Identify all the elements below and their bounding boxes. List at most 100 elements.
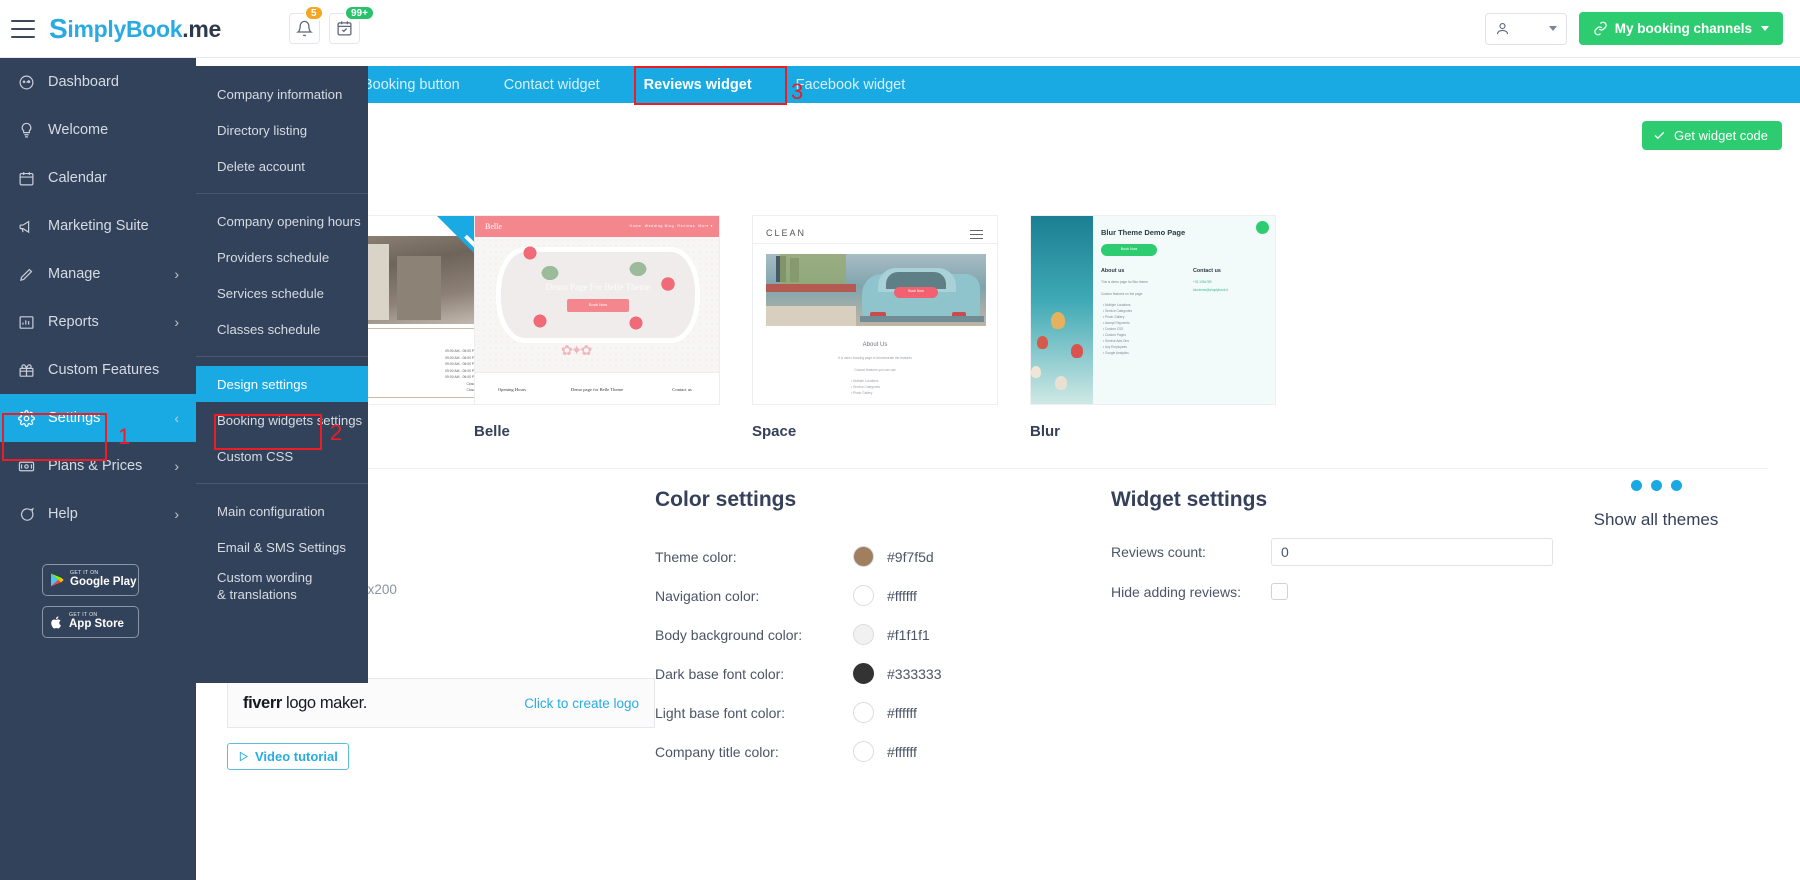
- get-widget-code-button[interactable]: Get widget code: [1642, 121, 1782, 150]
- sidebar-item-reports[interactable]: Reports ›: [0, 298, 196, 346]
- badge-text: GET IT ON Google Play: [70, 570, 136, 589]
- video-tutorial-button[interactable]: Video tutorial: [227, 743, 349, 770]
- calendar-check-icon: [337, 21, 352, 36]
- flyout-item-delete-account[interactable]: Delete account: [196, 148, 368, 184]
- play-icon: [239, 751, 249, 762]
- fiverr-logo-maker-box: fiverr logo maker. Click to create logo: [227, 678, 655, 728]
- sidebar-item-label: Reports: [48, 314, 99, 330]
- sidebar-item-manage[interactable]: Manage ›: [0, 250, 196, 298]
- reviews-count-label: Reviews count:: [1111, 544, 1206, 560]
- sidebar-item-help[interactable]: Help ›: [0, 490, 196, 538]
- tab-reviews-widget[interactable]: Reviews widget: [622, 66, 774, 103]
- color-hex: #ffffff: [887, 704, 917, 721]
- theme-thumbnail[interactable]: CLEAN Book Now About Us It is demo booki…: [752, 215, 998, 405]
- sidebar-item-label: Calendar: [48, 170, 107, 186]
- tab-contact-widget[interactable]: Contact widget: [482, 66, 622, 103]
- sidebar-item-settings[interactable]: Settings ‹: [0, 394, 196, 442]
- theme-thumbnail[interactable]: Belle Home Wedding Blog Reviews More ▾ D…: [474, 215, 720, 405]
- hide-adding-reviews-checkbox[interactable]: [1271, 583, 1288, 600]
- flyout-separator: [196, 193, 368, 194]
- chart-icon: [18, 314, 44, 331]
- google-play-badge[interactable]: GET IT ON Google Play: [42, 564, 139, 596]
- preview-hero: Demo Page For Belle Theme: [545, 282, 651, 292]
- show-all-themes-label: Show all themes: [1593, 510, 1719, 529]
- sidebar-item-label: Marketing Suite: [48, 218, 149, 234]
- flyout-item-company-information[interactable]: Company information: [196, 76, 368, 112]
- sidebar-item-plans-prices[interactable]: Plans & Prices ›: [0, 442, 196, 490]
- calendar-icon: [18, 170, 44, 187]
- color-swatch[interactable]: [853, 702, 874, 723]
- color-swatch[interactable]: [853, 585, 874, 606]
- sidebar-item-welcome[interactable]: Welcome: [0, 106, 196, 154]
- color-swatch[interactable]: [853, 546, 874, 567]
- app-logo[interactable]: S implyBook .me: [49, 14, 221, 43]
- color-settings-title: Color settings: [655, 488, 797, 511]
- create-logo-link[interactable]: Click to create logo: [524, 696, 639, 711]
- chevron-right-icon: ›: [174, 458, 179, 474]
- flyout-item-providers-schedule[interactable]: Providers schedule: [196, 239, 368, 275]
- hide-adding-reviews-row: Hide adding reviews:: [1111, 583, 1581, 600]
- color-row-navigation: Navigation color: #ffffff: [655, 585, 1095, 606]
- badge-big: App Store: [69, 618, 124, 631]
- fiverr-logo-rest: logo maker.: [281, 693, 367, 712]
- logo-s-mark: S: [49, 13, 68, 44]
- sidebar-item-custom-features[interactable]: Custom Features: [0, 346, 196, 394]
- chevron-right-icon: ›: [174, 314, 179, 330]
- theme-card-space[interactable]: CLEAN Book Now About Us It is demo booki…: [752, 215, 998, 440]
- my-booking-channels-label: My booking channels: [1614, 21, 1752, 36]
- preview-cta: Book Now: [588, 302, 608, 307]
- app-store-badge[interactable]: GET IT ON App Store: [42, 606, 139, 638]
- flyout-item-classes-schedule[interactable]: Classes schedule: [196, 311, 368, 347]
- show-all-themes-button[interactable]: Show all themes: [1556, 480, 1756, 530]
- hamburger-icon: [970, 230, 983, 239]
- preview-heading: Blur Theme Demo Page: [1101, 228, 1186, 237]
- bookings-button[interactable]: 99+: [329, 5, 375, 44]
- reviews-count-row: Reviews count:: [1111, 538, 1581, 566]
- theme-card-blur[interactable]: Blur Theme Demo Page Book Now About us T…: [1030, 215, 1276, 440]
- top-right-group: My booking channels: [1484, 12, 1783, 45]
- notifications-button[interactable]: 5: [289, 5, 324, 44]
- chevron-right-icon: ›: [174, 506, 179, 522]
- preview-about: About us: [1101, 268, 1125, 274]
- sidebar-item-label: Settings: [48, 410, 101, 426]
- theme-preview-blur: Blur Theme Demo Page Book Now About us T…: [1031, 216, 1275, 404]
- logo-text-blue: implyBook: [67, 16, 183, 42]
- flyout-separator: [196, 356, 368, 357]
- preview-about: About Us: [862, 342, 888, 348]
- widget-settings-panel: Widget settings Reviews count: Hide addi…: [1111, 488, 1581, 600]
- sidebar-item-marketing-suite[interactable]: Marketing Suite: [0, 202, 196, 250]
- theme-gallery: Home Opening Hours MONDAYTUESDAYWEDNESDA…: [196, 200, 1800, 529]
- notifications-badge: 5: [304, 5, 324, 21]
- my-booking-channels-button[interactable]: My booking channels: [1578, 12, 1783, 45]
- flyout-item-design-settings[interactable]: Design settings: [196, 366, 368, 402]
- check-icon: [1654, 131, 1665, 140]
- color-swatch[interactable]: [853, 663, 874, 684]
- user-account-select[interactable]: [1484, 12, 1567, 45]
- sidebar-item-calendar[interactable]: Calendar: [0, 154, 196, 202]
- chat-icon: [18, 506, 44, 523]
- widget-settings-title: Widget settings: [1111, 488, 1268, 511]
- flyout-item-company-opening-hours[interactable]: Company opening hours: [196, 203, 368, 239]
- theme-preview-belle: Belle Home Wedding Blog Reviews More ▾ D…: [475, 216, 719, 404]
- sidebar-item-label: Dashboard: [48, 74, 119, 90]
- flyout-separator: [196, 483, 368, 484]
- hamburger-menu-icon[interactable]: [11, 19, 35, 38]
- color-swatch[interactable]: [853, 741, 874, 762]
- theme-thumbnail[interactable]: Blur Theme Demo Page Book Now About us T…: [1030, 215, 1276, 405]
- flyout-item-directory-listing[interactable]: Directory listing: [196, 112, 368, 148]
- color-swatch[interactable]: [853, 624, 874, 645]
- preview-footer-3: Contact us: [672, 387, 692, 392]
- flyout-item-custom-wording-translations[interactable]: Custom wording & translations: [196, 565, 316, 613]
- reviews-count-input[interactable]: [1271, 538, 1553, 566]
- sidebar-item-dashboard[interactable]: Dashboard: [0, 58, 196, 106]
- flyout-item-services-schedule[interactable]: Services schedule: [196, 275, 368, 311]
- badge-text: GET IT ON App Store: [69, 612, 124, 631]
- flyout-item-main-configuration[interactable]: Main configuration: [196, 493, 368, 529]
- flyout-item-email-sms-settings[interactable]: Email & SMS Settings: [196, 529, 368, 565]
- preview-cta: Book Now: [908, 289, 924, 293]
- theme-card-belle[interactable]: Belle Home Wedding Blog Reviews More ▾ D…: [474, 215, 720, 440]
- color-row-theme: Theme color: #9f7f5d: [655, 546, 1095, 567]
- annotation-number-1: 1: [118, 424, 131, 449]
- sidebar-item-label: Manage: [48, 266, 101, 282]
- color-label: Theme color:: [655, 548, 737, 565]
